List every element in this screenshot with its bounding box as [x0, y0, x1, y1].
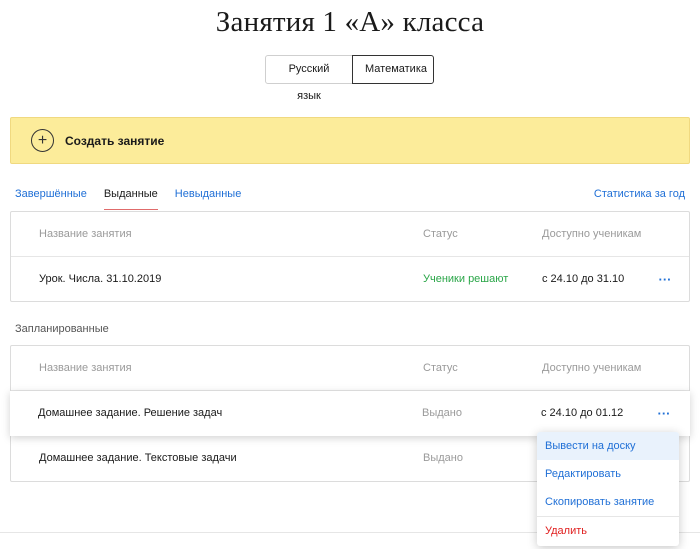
lesson-name: Домашнее задание. Решение задач	[38, 407, 223, 419]
menu-item-delete[interactable]: Удалить	[537, 517, 679, 545]
menu-item-show-on-board[interactable]: Вывести на доску	[537, 432, 679, 460]
more-options-icon[interactable]: ···	[655, 257, 675, 302]
table-row[interactable]: Урок. Числа. 31.10.2019 Ученики решают с…	[11, 257, 689, 302]
menu-item-edit[interactable]: Редактировать	[537, 460, 679, 488]
subject-switch: Русский язык Математика	[265, 55, 434, 102]
plus-icon: +	[31, 129, 54, 152]
year-statistics-link[interactable]: Статистика за год	[594, 188, 685, 200]
lesson-status: Ученики решают	[423, 273, 509, 285]
column-header-name: Название занятия	[39, 362, 132, 374]
table-header: Название занятия Статус Доступно ученика…	[11, 212, 689, 257]
table-row[interactable]: Домашнее задание. Решение задач Выдано с…	[10, 391, 690, 436]
column-header-available: Доступно ученикам	[542, 362, 642, 374]
create-lesson-button[interactable]: + Создать занятие	[10, 117, 690, 164]
page-title: Занятия 1 «А» класса	[215, 6, 485, 38]
subject-russian-button[interactable]: Русский язык	[265, 55, 353, 102]
planned-section-label: Запланированные	[15, 323, 109, 335]
lesson-availability: с 24.10 до 31.10	[542, 273, 625, 285]
lesson-status: Выдано	[422, 407, 462, 419]
lesson-tabs: Завершённые Выданные Невыданные	[15, 188, 258, 210]
column-header-status: Статус	[423, 362, 458, 374]
tab-issued[interactable]: Выданные	[103, 188, 158, 210]
subject-math-button[interactable]: Математика	[352, 55, 434, 84]
column-header-name: Название занятия	[39, 228, 132, 240]
issued-lessons-table: Название занятия Статус Доступно ученика…	[10, 211, 690, 302]
create-lesson-label: Создать занятие	[65, 133, 165, 148]
lesson-status: Выдано	[423, 452, 463, 464]
column-header-available: Доступно ученикам	[542, 228, 642, 240]
column-header-status: Статус	[423, 228, 458, 240]
tab-completed[interactable]: Завершённые	[15, 188, 87, 210]
menu-item-copy[interactable]: Скопировать занятие	[537, 488, 679, 516]
tab-not-issued[interactable]: Невыданные	[175, 188, 242, 210]
lesson-name: Домашнее задание. Текстовые задачи	[39, 452, 237, 464]
lesson-availability: с 24.10 до 01.12	[541, 407, 624, 419]
more-options-icon[interactable]: ···	[654, 391, 674, 436]
table-header: Название занятия Статус Доступно ученика…	[11, 346, 689, 391]
lesson-actions-menu: Вывести на доску Редактировать Скопирова…	[537, 432, 679, 546]
lesson-name: Урок. Числа. 31.10.2019	[39, 273, 162, 285]
